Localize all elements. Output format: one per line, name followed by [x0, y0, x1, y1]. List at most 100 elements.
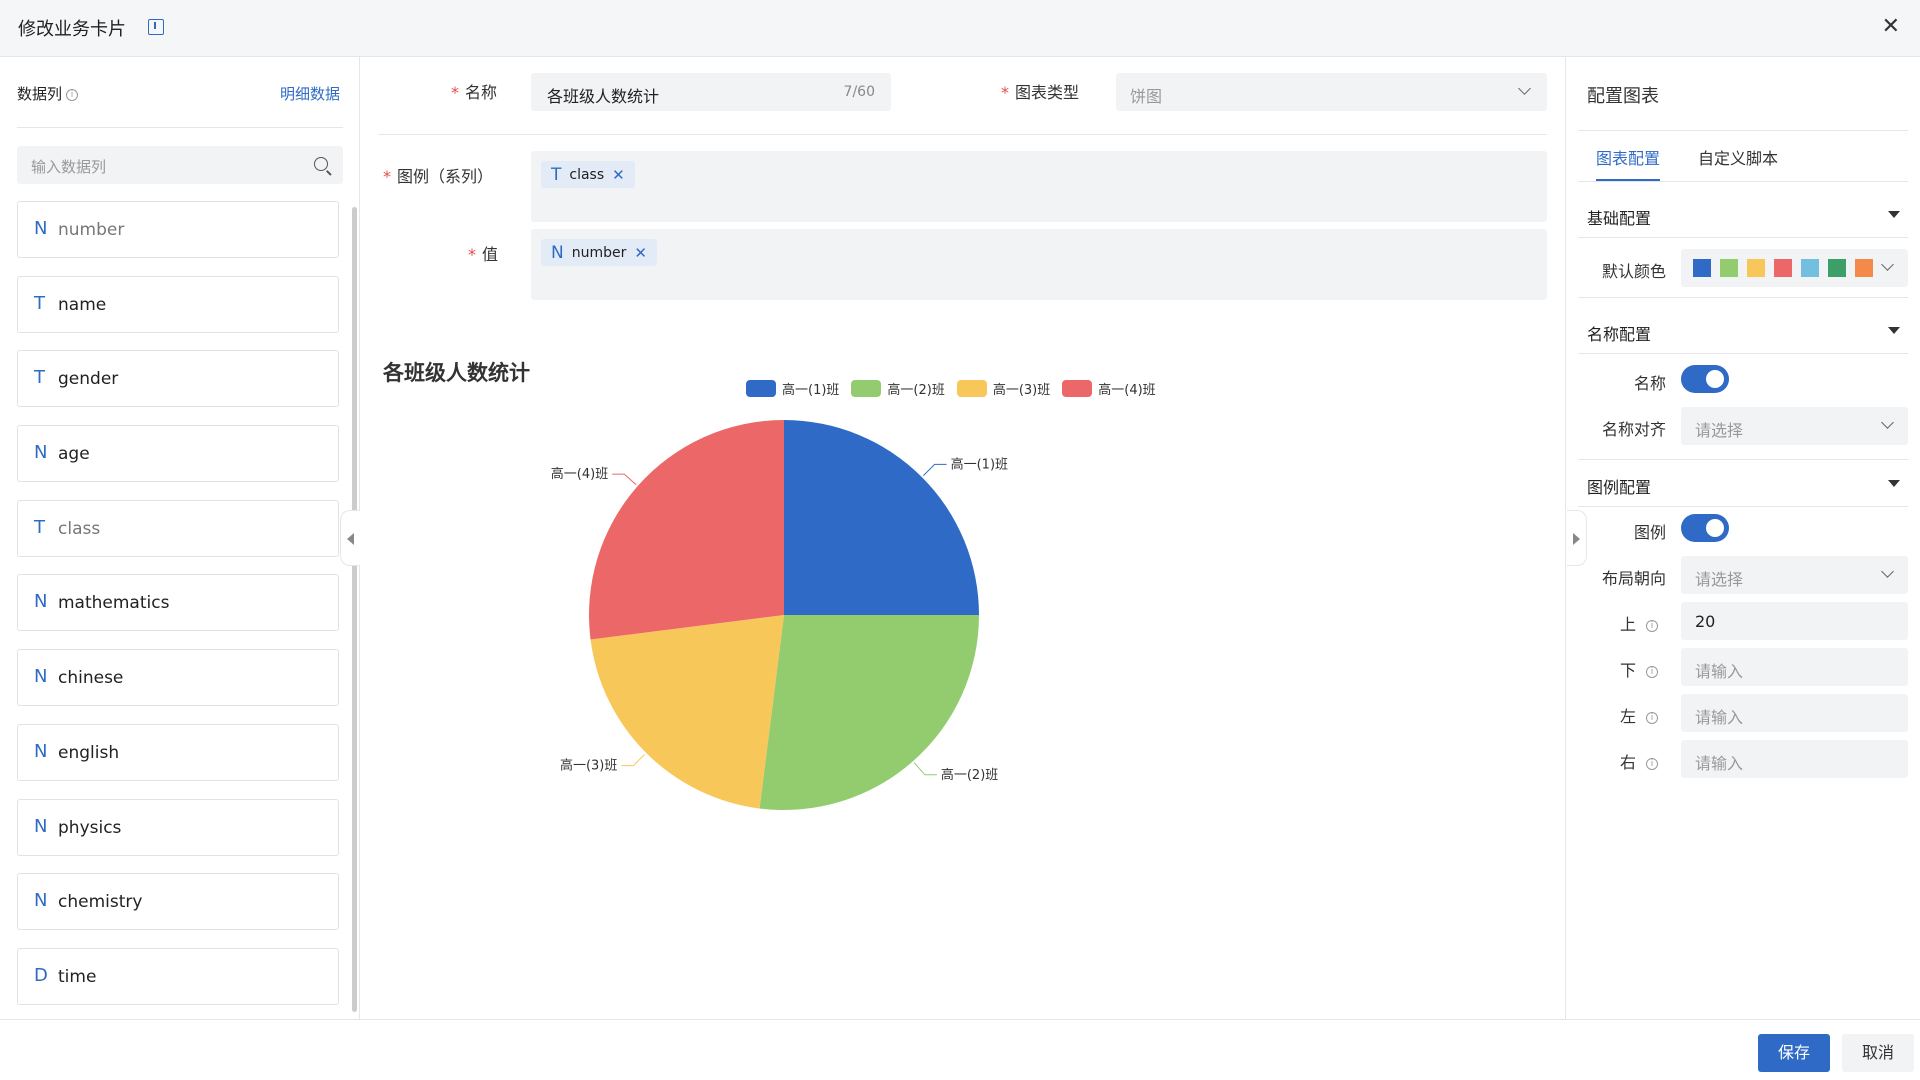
left-margin-input[interactable]: 请输入	[1681, 694, 1908, 732]
info-icon[interactable]: i	[1646, 711, 1658, 724]
name-label: * 名称	[451, 83, 498, 102]
right-margin-label: 右i	[1558, 749, 1658, 773]
text-type-icon: T	[551, 164, 562, 185]
info-icon[interactable]: i	[1646, 757, 1658, 770]
column-name: gender	[58, 369, 119, 390]
layout-direction-select[interactable]: 请选择	[1681, 556, 1908, 594]
palette-swatch	[1774, 259, 1792, 277]
column-name: name	[58, 294, 107, 315]
tab-custom-script[interactable]: 自定义脚本	[1698, 145, 1778, 181]
chart-type-select[interactable]: 饼图	[1116, 73, 1547, 111]
search-icon[interactable]	[314, 157, 328, 171]
column-name: number	[58, 220, 125, 240]
pie-slice[interactable]	[590, 615, 784, 809]
column-item-chemistry[interactable]: Nchemistry	[17, 873, 339, 931]
config-title: 配置图表	[1587, 86, 1659, 107]
section-name[interactable]: 名称配置	[1587, 321, 1908, 345]
column-search-input[interactable]: 输入数据列	[17, 146, 343, 184]
dialog-title: 修改业务卡片	[18, 19, 126, 40]
remove-tag-icon[interactable]: ✕	[612, 166, 625, 184]
column-item-physics[interactable]: Nphysics	[17, 798, 339, 856]
chart-editor: * 名称 各班级人数统计 7/60 * 图表类型 饼图 * 图例（系列） T clas…	[361, 57, 1564, 1019]
column-name: mathematics	[58, 593, 170, 614]
collapse-left-button[interactable]	[340, 510, 360, 566]
close-icon[interactable]: ✕	[1882, 14, 1900, 39]
input-placeholder: 请输入	[1695, 662, 1744, 681]
divider	[1578, 181, 1908, 182]
color-palette-select[interactable]	[1681, 249, 1908, 287]
top-margin-input[interactable]: 20	[1681, 602, 1908, 640]
cancel-button[interactable]: 取消	[1842, 1034, 1914, 1072]
palette-swatch	[1720, 259, 1738, 277]
data-columns-header: 数据列 i 明细数据	[17, 83, 340, 109]
data-columns-title: 数据列	[17, 85, 63, 103]
info-icon[interactable]: i	[66, 89, 79, 101]
info-icon[interactable]: i	[1646, 619, 1658, 632]
column-name: age	[58, 444, 90, 465]
column-type-icon: D	[34, 964, 48, 986]
name-value: 各班级人数统计	[547, 87, 660, 106]
scrollbar[interactable]	[352, 207, 357, 1012]
section-legend[interactable]: 图例配置	[1587, 474, 1908, 498]
detail-data-link[interactable]: 明细数据	[280, 83, 340, 104]
column-item-time[interactable]: Dtime	[17, 947, 339, 1005]
bottom-margin-input[interactable]: 请输入	[1681, 648, 1908, 686]
right-margin-input[interactable]: 请输入	[1681, 740, 1908, 778]
divider	[1578, 459, 1908, 460]
column-name: physics	[58, 817, 122, 838]
column-type-icon: T	[34, 516, 45, 538]
name-input[interactable]: 各班级人数统计 7/60	[531, 73, 891, 111]
value-dropzone[interactable]: N number ✕	[531, 229, 1547, 300]
top-margin-label: 上i	[1558, 611, 1658, 635]
chevron-down-icon	[1881, 416, 1894, 429]
chevron-down-icon	[1881, 565, 1894, 578]
section-basic[interactable]: 基础配置	[1587, 205, 1908, 229]
select-placeholder: 请选择	[1695, 421, 1744, 440]
name-toggle[interactable]	[1681, 365, 1729, 393]
column-item-age[interactable]: Nage	[17, 425, 339, 483]
chart-type-value: 饼图	[1130, 87, 1163, 106]
column-type-icon: N	[34, 218, 48, 239]
column-item-name[interactable]: Tname	[17, 275, 339, 333]
pie-slice[interactable]	[589, 420, 784, 640]
chart-config-panel: 配置图表 图表配置 自定义脚本 基础配置 默认颜色 名称配置 名称 名称对齐 请…	[1565, 57, 1920, 1019]
input-placeholder: 请输入	[1695, 708, 1744, 727]
column-type-icon: N	[34, 815, 48, 837]
value-tag-label: number	[571, 244, 627, 261]
save-button[interactable]: 保存	[1758, 1034, 1830, 1072]
name-align-select[interactable]: 请选择	[1681, 407, 1908, 445]
info-doc-icon[interactable]	[148, 19, 164, 35]
divider	[378, 134, 1547, 135]
column-item-gender[interactable]: Tgender	[17, 350, 339, 408]
caret-down-icon	[1888, 327, 1900, 334]
column-type-icon: N	[34, 740, 48, 762]
column-list: Nnumber Tname Tgender Nage Tclass Nmathematic…	[17, 201, 339, 1023]
number-type-icon: N	[551, 242, 564, 263]
column-item-number[interactable]: Nnumber	[17, 201, 339, 258]
data-columns-panel: 数据列 i 明细数据 输入数据列 Nnumber Tname Tgender Nage T…	[0, 57, 360, 1019]
divider	[1578, 130, 1908, 131]
column-name: time	[58, 966, 97, 987]
caret-down-icon	[1888, 211, 1900, 218]
layout-direction-label: 布局朝向	[1601, 569, 1666, 588]
column-type-icon: T	[34, 292, 45, 314]
legend-toggle[interactable]	[1681, 514, 1729, 542]
info-icon[interactable]: i	[1646, 665, 1658, 678]
name-counter: 7/60	[843, 84, 875, 100]
tab-chart-config[interactable]: 图表配置	[1596, 145, 1661, 181]
remove-tag-icon[interactable]: ✕	[634, 244, 647, 262]
slice-label: 高一(1)班	[951, 456, 1008, 472]
input-placeholder: 请输入	[1695, 754, 1744, 773]
palette-swatch	[1828, 259, 1846, 277]
select-placeholder: 请选择	[1695, 570, 1744, 589]
column-item-mathematics[interactable]: Nmathematics	[17, 574, 339, 632]
column-item-english[interactable]: Nenglish	[17, 723, 339, 781]
legend-series-dropzone[interactable]: T class ✕	[531, 151, 1547, 222]
column-item-class[interactable]: Tclass	[17, 499, 339, 557]
column-item-chinese[interactable]: Nchinese	[17, 649, 339, 707]
pie-slice[interactable]	[784, 420, 979, 615]
dialog-header: 修改业务卡片 ✕	[0, 0, 1920, 57]
column-type-icon: N	[34, 890, 48, 912]
column-type-icon: N	[34, 591, 48, 613]
divider	[1578, 353, 1908, 354]
